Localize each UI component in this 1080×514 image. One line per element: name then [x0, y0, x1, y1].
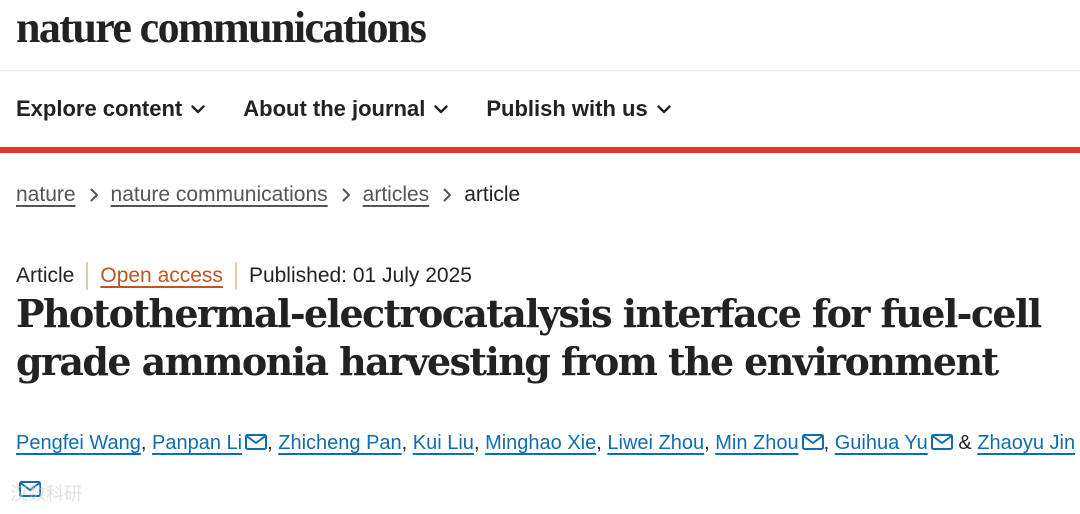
- nav-about-journal[interactable]: About the journal: [243, 96, 449, 122]
- breadcrumb-current: article: [464, 183, 521, 206]
- author-link[interactable]: Liwei Zhou: [607, 432, 704, 454]
- author-link[interactable]: Guihua Yu: [835, 432, 928, 454]
- nav-about-journal-label: About the journal: [243, 96, 426, 121]
- chevron-right-icon: [443, 188, 452, 202]
- article-type: Article: [16, 264, 75, 287]
- author-separator: ,: [473, 432, 480, 454]
- chevron-down-icon: [191, 104, 205, 114]
- accent-bar: [0, 147, 1080, 153]
- meta-divider: [86, 262, 89, 290]
- published-date: Published: 01 July 2025: [248, 264, 472, 287]
- author-separator: ,: [823, 432, 830, 454]
- meta-divider: [234, 262, 237, 290]
- author-separator: ,: [704, 432, 710, 454]
- nav-publish-with-us[interactable]: Publish with us: [486, 96, 671, 122]
- breadcrumb: nature nature communications articles ar…: [16, 183, 520, 207]
- author-link[interactable]: Minghao Xie: [485, 432, 596, 454]
- author-link[interactable]: Min Zhou: [715, 432, 798, 454]
- chevron-right-icon: [342, 188, 351, 202]
- journal-logo[interactable]: nature communications: [16, 2, 427, 53]
- author-link[interactable]: Pengfei Wang: [16, 432, 141, 454]
- author-separator: ,: [140, 432, 147, 454]
- chevron-right-icon: [90, 188, 99, 202]
- article-meta: Article Open access Published: 01 July 2…: [16, 262, 472, 290]
- envelope-icon[interactable]: [19, 468, 41, 514]
- author-list: Pengfei Wang, Panpan Li, Zhicheng Pan, K…: [16, 420, 1076, 514]
- breadcrumb-nature[interactable]: nature: [16, 183, 76, 207]
- author-link[interactable]: Zhaoyu Jin: [977, 432, 1075, 454]
- author-separator: ,: [401, 432, 408, 454]
- site-header: nature communications: [0, 0, 1080, 71]
- envelope-icon[interactable]: [245, 421, 268, 467]
- article-title: Photothermal-electrocatalysis interface …: [16, 291, 1042, 384]
- envelope-icon[interactable]: [930, 421, 953, 467]
- main-nav: Explore content About the journal Publis…: [0, 71, 1080, 147]
- nav-explore-content-label: Explore content: [16, 96, 183, 121]
- author-link[interactable]: Kui Liu: [413, 432, 474, 454]
- author-link[interactable]: Zhicheng Pan: [278, 432, 401, 454]
- nav-explore-content[interactable]: Explore content: [16, 96, 205, 122]
- chevron-down-icon: [656, 104, 671, 114]
- open-access-link[interactable]: Open access: [100, 264, 223, 288]
- breadcrumb-nature-communications[interactable]: nature communications: [111, 183, 328, 207]
- author-link[interactable]: Panpan Li: [152, 432, 242, 454]
- chevron-down-icon: [434, 104, 449, 114]
- breadcrumb-articles[interactable]: articles: [363, 183, 430, 207]
- author-separator: ,: [596, 432, 602, 454]
- nav-publish-with-us-label: Publish with us: [486, 96, 648, 121]
- envelope-icon[interactable]: [801, 421, 824, 467]
- author-conjunction: &: [958, 432, 972, 454]
- author-separator: ,: [267, 432, 273, 454]
